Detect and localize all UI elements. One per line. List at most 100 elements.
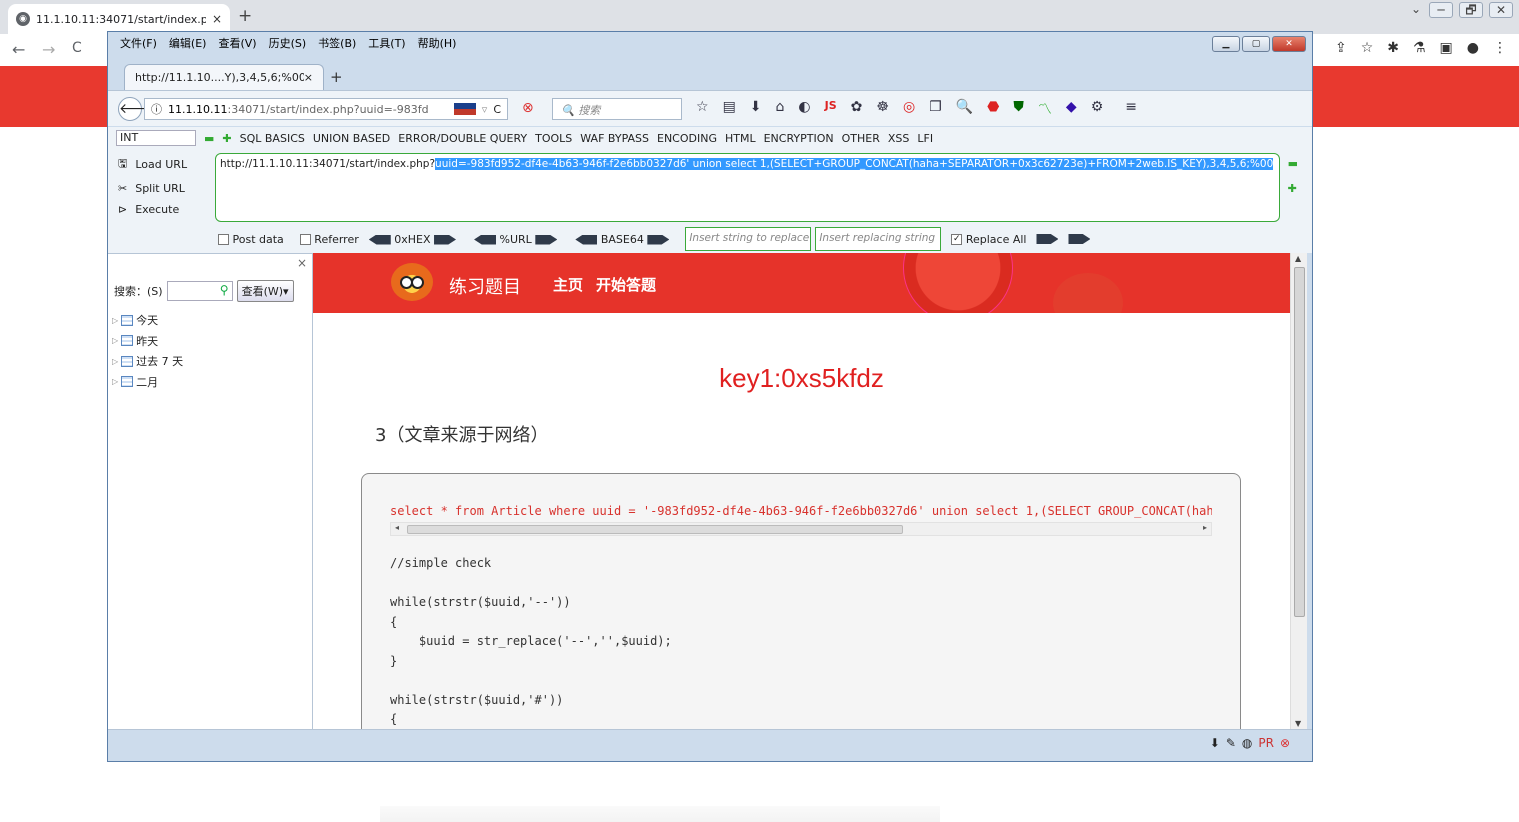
menu-error-double-query[interactable]: ERROR/DOUBLE QUERY bbox=[398, 132, 527, 145]
menu-sql-basics[interactable]: SQL BASICS bbox=[240, 132, 305, 145]
expand-icon[interactable]: ✚ bbox=[1288, 182, 1298, 195]
addon-icon[interactable]: ✿ bbox=[851, 99, 863, 119]
encode-arrow-icon[interactable] bbox=[535, 234, 558, 245]
maximize-button[interactable]: 🗗 bbox=[1459, 2, 1483, 18]
encode-arrow-icon[interactable] bbox=[647, 234, 670, 245]
scroll-left-icon[interactable]: ◂ bbox=[395, 523, 399, 532]
replace-all-checkbox[interactable]: ✓ Replace All bbox=[951, 233, 1026, 246]
scrollbar-thumb[interactable] bbox=[407, 525, 903, 534]
diamond-icon[interactable]: ◆ bbox=[1066, 99, 1077, 119]
history-item-yesterday[interactable]: ▷ 昨天 bbox=[112, 331, 183, 352]
palette-icon[interactable]: ☸ bbox=[876, 99, 889, 119]
url-encoder[interactable]: %URL bbox=[474, 233, 558, 246]
scrollbar-thumb[interactable] bbox=[1294, 267, 1305, 617]
globe-icon[interactable]: ◐ bbox=[798, 99, 810, 119]
firefox-search-field[interactable]: 🔍 搜索 bbox=[552, 98, 682, 120]
menu-waf-bypass[interactable]: WAF BYPASS bbox=[580, 132, 649, 145]
execute-button[interactable]: ⊳ Execute bbox=[118, 203, 187, 216]
home-icon[interactable]: ⌂ bbox=[776, 99, 785, 119]
firefox-tab[interactable]: http://11.1.10....Y),3,4,5,6;%00 × bbox=[124, 64, 324, 90]
download-icon[interactable]: ⬇ bbox=[1210, 736, 1220, 750]
hamburger-menu-icon[interactable]: ≡ bbox=[1125, 99, 1137, 119]
minimize-button[interactable]: ─ bbox=[1429, 2, 1453, 18]
replacing-string-input[interactable]: Insert replacing string bbox=[815, 227, 942, 251]
close-tab-icon[interactable]: × bbox=[304, 71, 313, 84]
ff-maximize-button[interactable]: ▢ bbox=[1242, 36, 1270, 52]
menu-union-based[interactable]: UNION BASED bbox=[313, 132, 390, 145]
decode-arrow-icon[interactable] bbox=[368, 234, 391, 245]
load-url-button[interactable]: 🖫 Load URL bbox=[118, 155, 187, 174]
bookmark-star-icon[interactable]: ☆ bbox=[696, 99, 709, 119]
decode-arrow-icon[interactable] bbox=[575, 234, 598, 245]
close-sidebar-icon[interactable]: × bbox=[297, 256, 307, 270]
menu-html[interactable]: HTML bbox=[725, 132, 756, 145]
hex-encoder[interactable]: 0xHEX bbox=[368, 233, 457, 246]
tab-search-icon[interactable]: ⌄ bbox=[1409, 2, 1423, 18]
menu-file[interactable]: 文件(F) bbox=[120, 35, 157, 51]
reload-icon[interactable]: C bbox=[493, 103, 501, 116]
addon-icon[interactable]: ✎ bbox=[1226, 736, 1236, 750]
profile-icon[interactable]: ● bbox=[1467, 40, 1479, 56]
menu-view[interactable]: 查看(V) bbox=[218, 35, 256, 51]
menu-encoding[interactable]: ENCODING bbox=[657, 132, 717, 145]
menu-xss[interactable]: XSS bbox=[888, 132, 910, 145]
minus-icon[interactable]: ▬ bbox=[204, 132, 214, 145]
expand-triangle-icon[interactable]: ▷ bbox=[112, 316, 118, 325]
reload-button[interactable]: C bbox=[72, 40, 82, 56]
replace-string-input[interactable]: Insert string to replace bbox=[685, 227, 812, 251]
menu-bookmarks[interactable]: 书签(B) bbox=[318, 35, 356, 51]
chrome-tab[interactable]: ◉ 11.1.10.11:34071/start/index.p × bbox=[8, 4, 230, 34]
noscript-icon[interactable]: ⊗ bbox=[1280, 736, 1290, 750]
sidebar-search-input[interactable]: ⚲ bbox=[166, 281, 233, 301]
window-icon[interactable]: ❐ bbox=[929, 99, 942, 119]
share-icon[interactable]: ⇪ bbox=[1335, 40, 1347, 56]
ff-close-button[interactable]: ✕ bbox=[1272, 36, 1306, 52]
expand-triangle-icon[interactable]: ▷ bbox=[112, 336, 118, 345]
menu-edit[interactable]: 编辑(E) bbox=[169, 35, 207, 51]
dropdown-icon[interactable]: ▿ bbox=[482, 103, 488, 116]
download-icon[interactable]: ⬇ bbox=[750, 99, 762, 119]
history-item-today[interactable]: ▷ 今天 bbox=[112, 310, 183, 331]
post-data-checkbox[interactable]: Post data bbox=[218, 233, 284, 246]
globe-icon[interactable]: ◍ bbox=[1242, 736, 1252, 750]
firefox-new-tab-button[interactable]: + bbox=[330, 68, 343, 86]
reading-list-icon[interactable]: ▤ bbox=[723, 99, 736, 119]
replace-all-arrow-icon[interactable] bbox=[1068, 234, 1091, 244]
horizontal-scrollbar[interactable]: ◂ ▸ bbox=[390, 522, 1212, 536]
shield-icon[interactable]: ⛊ bbox=[1013, 99, 1024, 119]
sidebar-icon[interactable]: ▣ bbox=[1440, 40, 1453, 56]
adblock-icon[interactable]: ⬣ bbox=[987, 99, 999, 119]
pr-icon[interactable]: PR bbox=[1258, 736, 1274, 750]
close-tab-icon[interactable]: × bbox=[212, 12, 222, 26]
hackbar-url-textarea[interactable]: http://11.1.10.11:34071/start/index.php?… bbox=[215, 153, 1280, 222]
site-title[interactable]: 练习题目 bbox=[449, 273, 521, 299]
flask-icon[interactable]: ⚗ bbox=[1413, 40, 1426, 56]
sidebar-view-button[interactable]: 查看(W)▾ bbox=[236, 280, 294, 302]
new-tab-button[interactable]: + bbox=[238, 6, 252, 26]
vertical-scrollbar[interactable]: ▲ ▼ bbox=[1290, 253, 1307, 729]
scroll-up-icon[interactable]: ▲ bbox=[1295, 254, 1301, 263]
gear-icon[interactable]: ⚙ bbox=[1091, 99, 1104, 119]
history-item-last-7-days[interactable]: ▷ 过去 7 天 bbox=[112, 351, 183, 372]
menu-encryption[interactable]: ENCRYPTION bbox=[764, 132, 834, 145]
nav-start-link[interactable]: 开始答题 bbox=[596, 274, 656, 295]
noscript-icon[interactable]: ⊗ bbox=[522, 100, 534, 116]
base64-encoder[interactable]: BASE64 bbox=[575, 233, 670, 246]
star-icon[interactable]: ☆ bbox=[1361, 40, 1374, 56]
encode-arrow-icon[interactable] bbox=[434, 234, 457, 245]
scroll-right-icon[interactable]: ▸ bbox=[1203, 523, 1207, 532]
referrer-checkbox[interactable]: Referrer bbox=[299, 233, 359, 246]
target-icon[interactable]: ◎ bbox=[903, 99, 915, 119]
replace-arrow-icon[interactable] bbox=[1036, 234, 1059, 244]
split-url-button[interactable]: ✂ Split URL bbox=[118, 182, 187, 195]
info-icon[interactable]: ⓘ bbox=[151, 101, 162, 117]
hackbar-type-select[interactable]: INT bbox=[116, 130, 196, 146]
menu-history[interactable]: 历史(S) bbox=[269, 35, 307, 51]
plus-icon[interactable]: ✚ bbox=[222, 132, 231, 145]
back-arrow-icon[interactable]: 🡐 bbox=[118, 97, 157, 121]
nav-home-link[interactable]: 主页 bbox=[553, 274, 583, 295]
menu-tools[interactable]: TOOLS bbox=[535, 132, 572, 145]
menu-dots-icon[interactable]: ⋮ bbox=[1493, 40, 1507, 56]
scroll-down-icon[interactable]: ▼ bbox=[1295, 719, 1301, 728]
shrink-icon[interactable]: ▬ bbox=[1288, 157, 1298, 170]
